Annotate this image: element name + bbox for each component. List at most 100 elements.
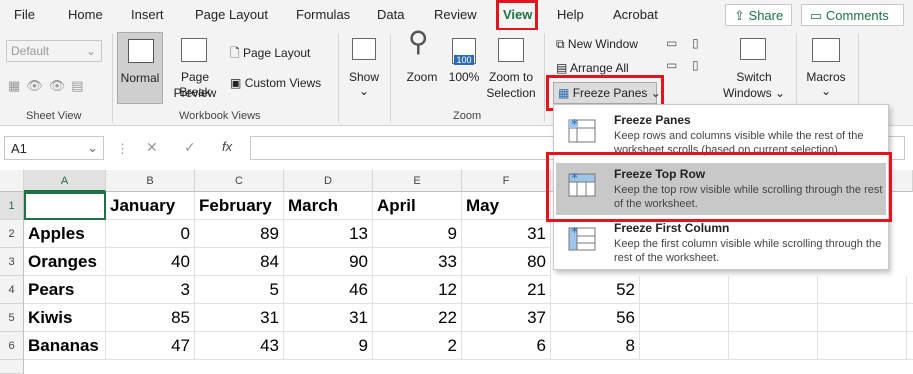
chevron-down-icon: ⌄ xyxy=(820,84,832,98)
table-cell[interactable]: 31 xyxy=(284,304,373,332)
row-label[interactable]: Bananas xyxy=(24,332,106,360)
menu-item-desc: Keep the first column visible while scro… xyxy=(614,238,882,264)
sheet-view-group-label: Sheet View xyxy=(26,110,82,122)
row-label[interactable]: Oranges xyxy=(24,248,106,276)
select-all-corner[interactable] xyxy=(0,170,24,192)
table-cell[interactable]: 2 xyxy=(373,332,462,360)
tab-home[interactable]: Home xyxy=(68,7,103,22)
tab-formulas[interactable]: Formulas xyxy=(296,7,350,22)
row-label[interactable]: Pears xyxy=(24,276,106,304)
tab-file[interactable]: File xyxy=(14,7,35,22)
tab-page-layout[interactable]: Page Layout xyxy=(195,7,268,22)
column-header-a[interactable]: A xyxy=(24,170,106,192)
ribbon-tab-bar: File Home Insert Page Layout Formulas Da… xyxy=(0,0,913,31)
arrange-all-button[interactable]: ▤ Arrange All xyxy=(556,61,629,75)
view-side-by-side-button[interactable]: ▯ xyxy=(692,36,699,50)
zoom-button[interactable]: ⚲ Zoom xyxy=(400,28,444,104)
name-box[interactable]: A1 ⌄ xyxy=(4,136,104,160)
freeze-panes-button[interactable]: ▦ Freeze Panes ⌄ xyxy=(553,82,661,104)
row-header-5[interactable]: 5 xyxy=(0,304,24,332)
table-cell[interactable]: 5 xyxy=(195,276,284,304)
svg-text:*: * xyxy=(571,173,578,187)
tab-insert[interactable]: Insert xyxy=(131,7,164,22)
column-header-c[interactable]: C xyxy=(195,170,284,192)
share-button[interactable]: ⇪ Share xyxy=(725,4,792,26)
tab-review[interactable]: Review xyxy=(434,7,477,22)
table-cell[interactable]: 89 xyxy=(195,220,284,248)
comments-button[interactable]: ▭ Comments xyxy=(801,4,904,26)
page-break-preview-button[interactable]: Page Break Preview xyxy=(165,32,225,104)
header-cell[interactable]: April xyxy=(373,192,462,220)
column-header-b[interactable]: B xyxy=(106,170,195,192)
sync-scroll-button[interactable]: ▯ xyxy=(692,58,699,72)
table-cell[interactable]: 37 xyxy=(462,304,551,332)
table-cell[interactable]: 0 xyxy=(106,220,195,248)
table-cell[interactable]: 31 xyxy=(462,220,551,248)
tab-help[interactable]: Help xyxy=(557,7,584,22)
row-header-1[interactable]: 1 xyxy=(0,192,24,220)
page-layout-button[interactable]: 🗋 Page Layout xyxy=(230,44,310,65)
zoom-100-button[interactable]: 100 100% xyxy=(446,32,482,104)
tab-view[interactable]: View xyxy=(503,7,532,22)
table-cell[interactable]: 80 xyxy=(462,248,551,276)
row-header-4[interactable]: 4 xyxy=(0,276,24,304)
table-cell[interactable]: 8 xyxy=(551,332,640,360)
tab-acrobat[interactable]: Acrobat xyxy=(613,7,658,22)
menu-item-freeze-first-column[interactable]: * Freeze First Column Keep the first col… xyxy=(556,217,886,269)
table-cell[interactable]: 84 xyxy=(195,248,284,276)
row-header-7[interactable] xyxy=(0,360,24,374)
normal-view-button[interactable]: Normal xyxy=(117,32,163,104)
table-cell[interactable]: 85 xyxy=(106,304,195,332)
comment-icon: ▭ xyxy=(810,8,823,23)
tab-data[interactable]: Data xyxy=(377,7,404,22)
row-header-6[interactable]: 6 xyxy=(0,332,24,360)
sheet-view-dropdown[interactable]: Default ⌄ xyxy=(6,40,102,62)
macros-button[interactable]: Macros ⌄ xyxy=(802,32,850,104)
table-cell[interactable]: 3 xyxy=(106,276,195,304)
column-header-f[interactable]: F xyxy=(462,170,551,192)
menu-item-freeze-panes[interactable]: * Freeze Panes Keep rows and columns vis… xyxy=(556,109,886,161)
table-cell[interactable]: 43 xyxy=(195,332,284,360)
hide-button[interactable]: ▭ xyxy=(666,58,677,72)
header-cell[interactable]: March xyxy=(284,192,373,220)
new-window-label: New Window xyxy=(567,37,638,51)
table-cell[interactable]: 9 xyxy=(373,220,462,248)
custom-views-button[interactable]: ▣ Custom Views xyxy=(230,76,321,90)
split-button[interactable]: ▭ xyxy=(666,36,677,50)
group-separator xyxy=(338,34,339,122)
show-button[interactable]: Show ⌄ xyxy=(346,32,382,104)
column-header-e[interactable]: E xyxy=(373,170,462,192)
header-cell[interactable]: January xyxy=(106,192,195,220)
table-cell[interactable]: 13 xyxy=(284,220,373,248)
table-cell[interactable]: 9 xyxy=(284,332,373,360)
table-cell[interactable]: 90 xyxy=(284,248,373,276)
header-cell[interactable]: May xyxy=(462,192,551,220)
header-cell[interactable]: February xyxy=(195,192,284,220)
table-cell[interactable]: 21 xyxy=(462,276,551,304)
table-cell[interactable]: 47 xyxy=(106,332,195,360)
table-cell[interactable]: 6 xyxy=(462,332,551,360)
column-header-d[interactable]: D xyxy=(284,170,373,192)
row-label[interactable]: Kiwis xyxy=(24,304,106,332)
row-label[interactable]: Apples xyxy=(24,220,106,248)
row-header-3[interactable]: 3 xyxy=(0,248,24,276)
table-cell[interactable]: 52 xyxy=(551,276,640,304)
zoom-to-selection-button[interactable]: Zoom to Selection xyxy=(484,32,538,104)
table-cell[interactable]: 31 xyxy=(195,304,284,332)
zoom-100-label: 100% xyxy=(448,70,480,84)
insert-function-icon[interactable]: fx xyxy=(222,139,232,154)
table-cell[interactable]: 33 xyxy=(373,248,462,276)
switch-windows-button[interactable]: Switch Windows ⌄ xyxy=(718,32,790,104)
table-cell[interactable]: 12 xyxy=(373,276,462,304)
cell-a1-selected[interactable] xyxy=(24,192,106,220)
enter-icon[interactable]: ✓ xyxy=(184,139,196,156)
freeze-panes-menu: * Freeze Panes Keep rows and columns vis… xyxy=(553,104,889,270)
row-header-2[interactable]: 2 xyxy=(0,220,24,248)
cancel-icon[interactable]: ✕ xyxy=(146,139,158,156)
new-window-button[interactable]: ⧉ New Window xyxy=(556,37,638,52)
table-cell[interactable]: 40 xyxy=(106,248,195,276)
table-cell[interactable]: 22 xyxy=(373,304,462,332)
menu-item-freeze-top-row[interactable]: * Freeze Top Row Keep the top row visibl… xyxy=(556,163,886,215)
table-cell[interactable]: 56 xyxy=(551,304,640,332)
table-cell[interactable]: 46 xyxy=(284,276,373,304)
